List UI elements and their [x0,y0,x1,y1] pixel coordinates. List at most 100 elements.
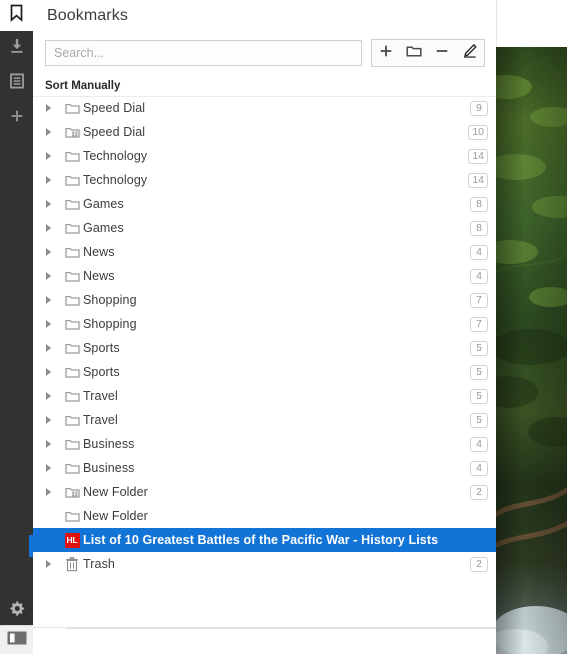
expand-arrow-icon[interactable] [46,480,61,504]
list-item[interactable]: Business 4 [33,456,496,480]
list-item-label: Sports [83,341,120,355]
bookmarks-toolbar [33,31,496,75]
expand-arrow-icon[interactable] [46,168,61,192]
expand-arrow-icon[interactable] [46,96,61,120]
list-item[interactable]: Games 8 [33,216,496,240]
list-item-label: News [83,245,115,259]
status-panel-toggle[interactable] [0,625,33,654]
plus-icon [379,44,393,63]
folder-icon [61,462,83,475]
bookmarks-list[interactable]: Speed Dial 9 Speed Dial 10 Technology 14 Techn… [33,96,496,628]
expand-arrow-icon[interactable] [46,240,61,264]
new-folder-button[interactable] [400,40,428,66]
folder-icon [61,294,83,307]
folder-icon [61,270,83,283]
expand-arrow-icon[interactable] [46,216,61,240]
folder-icon [61,318,83,331]
expand-arrow-icon[interactable] [46,384,61,408]
item-count-badge: 8 [470,196,488,212]
expand-arrow-icon[interactable] [46,312,61,336]
list-item-label: Technology [83,173,148,187]
sidebar-item-settings[interactable] [0,596,33,626]
sort-mode-bar[interactable]: Sort Manually [33,75,496,97]
list-item[interactable]: Travel 5 [33,408,496,432]
item-count-badge: 5 [470,388,488,404]
list-item[interactable]: Speed Dial 9 [33,96,496,120]
expand-arrow-icon[interactable] [46,336,61,360]
gear-icon [8,600,25,622]
bookmarks-panel: Bookmarks Search... Sort Manually Speed … [33,0,529,654]
folder-icon [406,44,422,63]
sidebar-item-bookmarks[interactable] [0,0,33,31]
list-item[interactable]: New Folder 2 [33,480,496,504]
expand-arrow-icon[interactable] [46,408,61,432]
list-item-label: News [83,269,115,283]
sidebar-rail-buttons [0,31,33,136]
item-count-badge: 4 [470,436,488,452]
item-count-badge: 8 [470,220,488,236]
item-count-badge: 4 [470,244,488,260]
expand-arrow-icon[interactable] [46,120,61,144]
sidebar-item-add-panel[interactable] [0,101,33,136]
search-field-wrapper [45,40,362,66]
expand-arrow-icon[interactable] [46,360,61,384]
list-item[interactable]: Technology 14 [33,168,496,192]
panel-toggle-icon [7,631,27,650]
list-item-label: Shopping [83,317,137,331]
list-item[interactable]: Trash 2 [33,552,496,576]
expand-arrow-icon[interactable] [46,288,61,312]
list-item[interactable]: Games 8 [33,192,496,216]
list-item[interactable]: Business 4 [33,432,496,456]
sort-mode-label: Sort Manually [45,79,121,92]
expand-arrow-icon[interactable] [46,264,61,288]
toolbar-button-group [371,39,485,67]
add-bookmark-button[interactable] [372,40,400,66]
list-item[interactable]: Shopping 7 [33,288,496,312]
favicon-hl: HL [61,532,83,548]
expand-arrow-icon[interactable] [46,456,61,480]
expand-arrow-icon[interactable] [46,552,61,576]
expand-arrow-icon[interactable] [46,192,61,216]
bookmark-icon [8,4,25,27]
list-item-label: Travel [83,413,118,427]
expand-arrow-icon[interactable] [46,432,61,456]
search-input[interactable] [45,40,362,66]
item-count-badge: 5 [470,340,488,356]
list-item[interactable]: News 4 [33,240,496,264]
list-item-label: Speed Dial [83,101,146,115]
item-count-badge: 14 [468,148,488,164]
list-item[interactable]: Technology 14 [33,144,496,168]
list-item[interactable]: News 4 [33,264,496,288]
page-content-blank-top [496,0,567,47]
list-item[interactable]: Sports 5 [33,336,496,360]
list-item[interactable]: Sports 5 [33,360,496,384]
background-photo [496,47,567,654]
minus-icon [435,44,449,63]
list-item-selected[interactable]: HL List of 10 Greatest Battles of the Pac… [33,528,496,552]
list-item-label: List of 10 Greatest Battles of the Pacif… [83,533,439,547]
list-item[interactable]: Travel 5 [33,384,496,408]
folder-icon [61,222,83,235]
list-item-label: Business [83,437,135,451]
list-item[interactable]: New Folder [33,504,496,528]
item-count-badge: 4 [470,268,488,284]
folder-icon [61,390,83,403]
sidebar-item-notes[interactable] [0,66,33,101]
forest-photo-image [496,47,567,654]
folder-icon [61,438,83,451]
list-item[interactable]: Speed Dial 10 [33,120,496,144]
sidebar-item-downloads[interactable] [0,31,33,66]
remove-button[interactable] [428,40,456,66]
list-item[interactable]: Shopping 7 [33,312,496,336]
folder-icon [61,102,83,115]
folder-icon [61,510,83,523]
folder-icon [61,414,83,427]
expand-arrow-icon[interactable] [46,144,61,168]
pencil-icon [462,43,478,64]
folder-icon [61,366,83,379]
list-item-label: Sports [83,365,120,379]
edit-button[interactable] [456,40,484,66]
list-item-label: Business [83,461,135,475]
item-count-badge: 7 [470,316,488,332]
folder-icon [61,198,83,211]
